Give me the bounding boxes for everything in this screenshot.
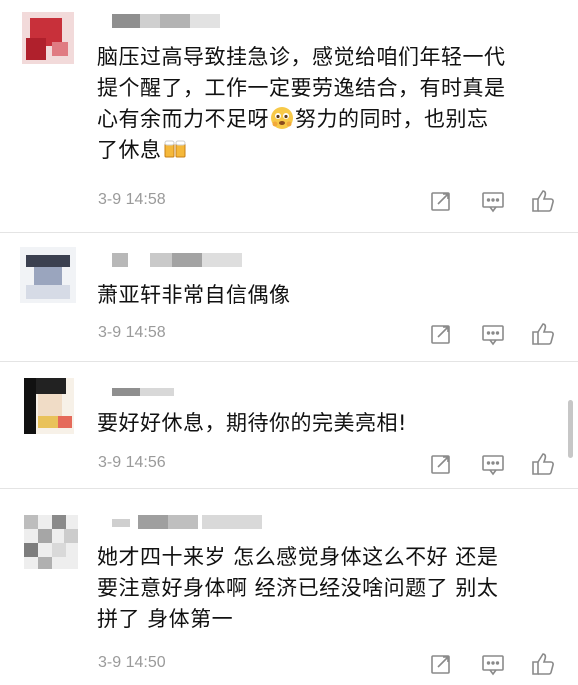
username-blurred[interactable]: [112, 253, 252, 267]
comment-text: 要好好休息，期待你的完美亮相!: [97, 411, 407, 435]
comment-time: 3-9 14:50: [98, 654, 166, 671]
beer-mugs-emoji-icon: [162, 135, 188, 161]
reply-icon[interactable]: [480, 321, 506, 347]
comment-time: 3-9 14:58: [98, 191, 166, 208]
avatar[interactable]: [22, 12, 74, 64]
comment-text: 萧亚轩非常自信偶像: [97, 283, 291, 307]
comment-time: 3-9 14:56: [98, 454, 166, 471]
comment-actions: [424, 188, 564, 214]
avatar[interactable]: [24, 515, 78, 569]
comment-text: 她才四十来岁 怎么感觉身体这么不好 还是 要注意好身体啊 经济已经没啥问题了 别…: [97, 545, 499, 631]
reply-icon[interactable]: [480, 188, 506, 214]
comment-3: 要好好休息，期待你的完美亮相! 3-9 14:56: [0, 362, 578, 488]
comment-4: 她才四十来岁 怎么感觉身体这么不好 还是 要注意好身体啊 经济已经没啥问题了 别…: [0, 489, 578, 685]
share-icon[interactable]: [428, 188, 454, 214]
reply-icon[interactable]: [480, 451, 506, 477]
comment-time: 3-9 14:58: [98, 324, 166, 341]
username-blurred[interactable]: [112, 515, 272, 529]
like-icon[interactable]: [530, 451, 556, 477]
comment-actions: [424, 451, 564, 477]
comment-actions: [424, 651, 564, 677]
comment-2: 萧亚轩非常自信偶像 3-9 14:58: [0, 233, 578, 361]
avatar[interactable]: [24, 378, 74, 434]
share-icon[interactable]: [428, 451, 454, 477]
avatar[interactable]: [20, 247, 76, 303]
share-icon[interactable]: [428, 651, 454, 677]
like-icon[interactable]: [530, 651, 556, 677]
like-icon[interactable]: [530, 188, 556, 214]
comment-text: 脑压过高导致挂急诊，感觉给咱们年轻一代 提个醒了，工作一定要劳逸结合，有时真是 …: [97, 42, 557, 166]
share-icon[interactable]: [428, 321, 454, 347]
comment-actions: [424, 321, 564, 347]
scrollbar[interactable]: [568, 400, 573, 458]
username-blurred[interactable]: [112, 384, 222, 398]
like-icon[interactable]: [530, 321, 556, 347]
comment-1: 脑压过高导致挂急诊，感觉给咱们年轻一代 提个醒了，工作一定要劳逸结合，有时真是 …: [0, 0, 578, 232]
worried-face-emoji-icon: [269, 104, 295, 130]
reply-icon[interactable]: [480, 651, 506, 677]
username-blurred[interactable]: [112, 14, 222, 28]
